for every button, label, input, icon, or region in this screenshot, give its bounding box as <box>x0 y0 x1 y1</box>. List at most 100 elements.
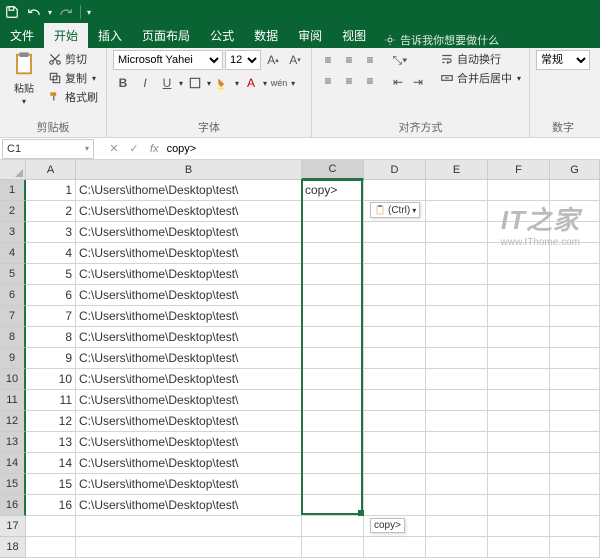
cell[interactable] <box>426 516 488 537</box>
tab-页面布局[interactable]: 页面布局 <box>132 23 200 48</box>
cell[interactable]: 11 <box>26 390 76 411</box>
cell[interactable]: C:\Users\ithome\Desktop\test\ <box>76 306 302 327</box>
align-right-icon[interactable]: ≡ <box>360 71 380 91</box>
row-header[interactable]: 15 <box>0 474 26 495</box>
orientation-icon[interactable]: ⤡▾ <box>388 50 412 70</box>
cell[interactable]: 4 <box>26 243 76 264</box>
italic-button[interactable]: I <box>135 73 155 93</box>
row-header[interactable]: 1 <box>0 180 26 201</box>
cell[interactable] <box>364 180 426 201</box>
cell[interactable] <box>488 369 550 390</box>
cell[interactable] <box>426 495 488 516</box>
row-header[interactable]: 6 <box>0 285 26 306</box>
col-header-B[interactable]: B <box>76 160 302 180</box>
cell[interactable] <box>302 348 364 369</box>
font-color-button[interactable]: A <box>241 73 261 93</box>
cell[interactable]: 7 <box>26 306 76 327</box>
col-header-C[interactable]: C <box>302 160 364 180</box>
cell[interactable] <box>302 516 364 537</box>
enter-formula-icon[interactable]: ✓ <box>124 142 144 155</box>
cell[interactable] <box>364 285 426 306</box>
cell[interactable] <box>488 537 550 558</box>
align-center-icon[interactable]: ≡ <box>339 71 359 91</box>
cell[interactable] <box>426 369 488 390</box>
cell[interactable]: C:\Users\ithome\Desktop\test\ <box>76 348 302 369</box>
bold-button[interactable]: B <box>113 73 133 93</box>
cell[interactable] <box>302 201 364 222</box>
tab-审阅[interactable]: 审阅 <box>288 23 332 48</box>
cell[interactable] <box>302 222 364 243</box>
cell[interactable] <box>488 201 550 222</box>
number-format-select[interactable]: 常规 <box>536 50 590 70</box>
cell[interactable] <box>26 516 76 537</box>
cell[interactable] <box>364 222 426 243</box>
cell[interactable] <box>364 327 426 348</box>
tab-数据[interactable]: 数据 <box>244 23 288 48</box>
cell[interactable] <box>550 432 600 453</box>
cell[interactable] <box>76 537 302 558</box>
tell-me-search[interactable]: 告诉我你想要做什么 <box>384 32 499 48</box>
paste-button[interactable]: 粘贴 ▾ <box>6 50 42 117</box>
decrease-indent-icon[interactable]: ⇤ <box>388 72 408 92</box>
cell[interactable] <box>76 516 302 537</box>
tab-公式[interactable]: 公式 <box>200 23 244 48</box>
save-icon[interactable] <box>4 4 20 20</box>
cell[interactable] <box>550 453 600 474</box>
increase-font-icon[interactable]: A▴ <box>263 50 283 70</box>
cell[interactable] <box>426 411 488 432</box>
row-header[interactable]: 7 <box>0 306 26 327</box>
cell[interactable]: 16 <box>26 495 76 516</box>
cell[interactable] <box>426 474 488 495</box>
format-painter-button[interactable]: 格式刷 <box>46 88 100 106</box>
cell[interactable] <box>488 222 550 243</box>
row-header[interactable]: 13 <box>0 432 26 453</box>
cell[interactable] <box>302 285 364 306</box>
cell[interactable] <box>364 432 426 453</box>
col-header-G[interactable]: G <box>550 160 600 180</box>
merge-center-button[interactable]: 合并后居中▾ <box>438 69 523 87</box>
cell[interactable] <box>488 432 550 453</box>
cell[interactable] <box>550 390 600 411</box>
cell[interactable] <box>550 306 600 327</box>
cell[interactable] <box>488 243 550 264</box>
row-header[interactable]: 9 <box>0 348 26 369</box>
cell[interactable] <box>302 474 364 495</box>
col-header-E[interactable]: E <box>426 160 488 180</box>
cell[interactable]: 8 <box>26 327 76 348</box>
redo-icon[interactable] <box>58 4 74 20</box>
copy-button[interactable]: 复制▾ <box>46 69 100 87</box>
cell[interactable] <box>488 264 550 285</box>
cell[interactable] <box>550 516 600 537</box>
fill-color-button[interactable] <box>213 73 233 93</box>
tab-开始[interactable]: 开始 <box>44 23 88 48</box>
cell[interactable] <box>302 243 364 264</box>
cell[interactable] <box>302 537 364 558</box>
cell[interactable] <box>364 495 426 516</box>
tab-插入[interactable]: 插入 <box>88 23 132 48</box>
cell[interactable] <box>364 243 426 264</box>
cell[interactable] <box>26 537 76 558</box>
cell[interactable]: C:\Users\ithome\Desktop\test\ <box>76 222 302 243</box>
cell[interactable]: C:\Users\ithome\Desktop\test\ <box>76 411 302 432</box>
cell[interactable] <box>488 306 550 327</box>
cell[interactable] <box>426 201 488 222</box>
cell[interactable]: C:\Users\ithome\Desktop\test\ <box>76 432 302 453</box>
cell[interactable] <box>426 348 488 369</box>
cell[interactable]: C:\Users\ithome\Desktop\test\ <box>76 180 302 201</box>
row-header[interactable]: 14 <box>0 453 26 474</box>
cell[interactable] <box>302 390 364 411</box>
wrap-text-button[interactable]: 自动换行 <box>438 50 523 68</box>
cell[interactable] <box>302 369 364 390</box>
row-header[interactable]: 18 <box>0 537 26 558</box>
row-header[interactable]: 8 <box>0 327 26 348</box>
cell[interactable] <box>488 348 550 369</box>
cell[interactable] <box>302 327 364 348</box>
cell[interactable] <box>550 222 600 243</box>
cell[interactable] <box>364 474 426 495</box>
cut-button[interactable]: 剪切 <box>46 50 100 68</box>
cell[interactable] <box>550 474 600 495</box>
cell[interactable] <box>426 327 488 348</box>
cell[interactable] <box>488 285 550 306</box>
cell[interactable] <box>426 537 488 558</box>
cell[interactable]: C:\Users\ithome\Desktop\test\ <box>76 390 302 411</box>
